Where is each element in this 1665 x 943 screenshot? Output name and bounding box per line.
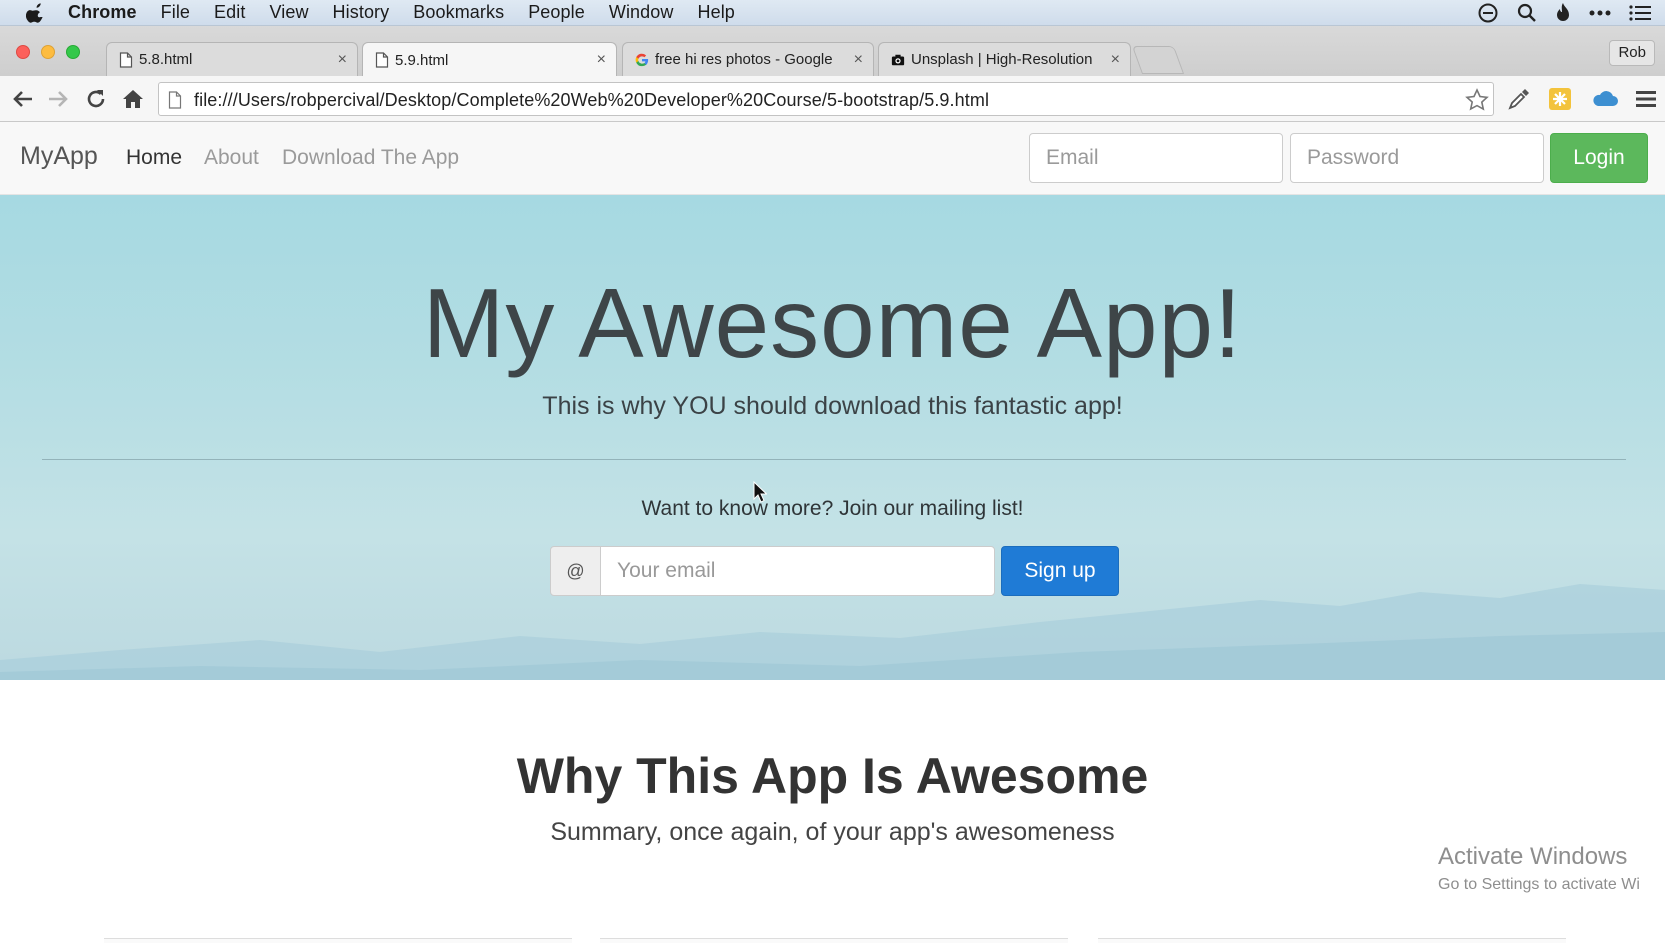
page-icon xyxy=(119,51,133,68)
feature-card xyxy=(104,938,572,943)
tab-title: 5.9.html xyxy=(395,51,449,69)
forward-arrow-icon[interactable] xyxy=(45,86,71,112)
activate-windows-watermark-subtitle: Go to Settings to activate Wi xyxy=(1438,876,1640,893)
browser-tab-unsplash[interactable]: Unsplash | High-Resolution × xyxy=(878,42,1131,76)
flame-icon[interactable] xyxy=(1555,2,1571,24)
tab-title: 5.8.html xyxy=(139,51,193,68)
home-icon[interactable] xyxy=(120,86,146,112)
reload-icon[interactable] xyxy=(83,86,109,112)
signup-button[interactable]: Sign up xyxy=(1001,546,1119,596)
activate-windows-watermark-title: Activate Windows xyxy=(1438,843,1628,870)
chrome-menu-icon[interactable] xyxy=(1633,86,1659,112)
menu-bookmarks[interactable]: Bookmarks xyxy=(413,2,504,23)
feature-card xyxy=(1098,938,1566,943)
section-subtitle: Summary, once again, of your app's aweso… xyxy=(550,818,1115,846)
page-icon xyxy=(375,52,389,68)
browser-toolbar: file:///Users/robpercival/Desktop/Comple… xyxy=(0,76,1665,122)
window-minimize-button[interactable] xyxy=(41,45,55,59)
menu-people[interactable]: People xyxy=(528,2,585,23)
window-zoom-button[interactable] xyxy=(66,45,80,59)
address-url[interactable]: file:///Users/robpercival/Desktop/Comple… xyxy=(194,90,989,111)
section-title: Why This App Is Awesome xyxy=(516,748,1149,804)
eyedropper-extension-icon[interactable] xyxy=(1506,86,1532,112)
hero-divider xyxy=(42,459,1626,460)
menu-edit[interactable]: Edit xyxy=(214,2,245,23)
site-navbar: MyApp Home About Download The App Email … xyxy=(0,122,1665,195)
mouse-cursor-icon xyxy=(753,481,767,503)
menu-file[interactable]: File xyxy=(161,2,190,23)
login-button[interactable]: Login xyxy=(1550,133,1648,183)
apple-menu-icon[interactable] xyxy=(26,2,46,23)
notification-list-icon[interactable] xyxy=(1629,4,1651,22)
puzzle-extension-icon[interactable] xyxy=(1547,86,1573,112)
google-icon xyxy=(635,53,649,66)
back-arrow-icon[interactable] xyxy=(10,86,36,112)
menu-history[interactable]: History xyxy=(333,2,390,23)
at-symbol-addon: @ xyxy=(550,546,601,596)
tab-close-icon[interactable]: × xyxy=(338,51,347,69)
nav-link-download[interactable]: Download The App xyxy=(282,146,459,170)
navbar-password-input[interactable]: Password xyxy=(1290,133,1544,183)
window-close-button[interactable] xyxy=(16,45,30,59)
tab-close-icon[interactable]: × xyxy=(854,51,863,69)
page-icon xyxy=(168,91,182,109)
address-bar[interactable]: file:///Users/robpercival/Desktop/Comple… xyxy=(158,82,1494,116)
menu-window[interactable]: Window xyxy=(609,2,674,23)
browser-tab-strip: 5.8.html × 5.9.html × free hi res photos… xyxy=(0,26,1665,77)
feature-card xyxy=(600,938,1068,943)
tab-close-icon[interactable]: × xyxy=(597,51,606,69)
new-tab-button[interactable] xyxy=(1131,46,1185,74)
bookmark-star-icon[interactable] xyxy=(1465,88,1489,112)
hero-title: My Awesome App! xyxy=(422,268,1243,378)
more-icon[interactable] xyxy=(1589,9,1611,17)
navbar-brand[interactable]: MyApp xyxy=(20,142,98,171)
hero-jumbotron: My Awesome App! This is why YOU should d… xyxy=(0,195,1665,680)
profile-button[interactable]: Rob xyxy=(1609,40,1655,66)
browser-tab-5-9[interactable]: 5.9.html × xyxy=(362,42,617,77)
tab-title: free hi res photos - Google xyxy=(655,51,833,68)
navbar-email-input[interactable]: Email xyxy=(1029,133,1283,183)
browser-tab-google-search[interactable]: free hi res photos - Google × xyxy=(622,42,874,76)
nav-link-about[interactable]: About xyxy=(204,146,259,170)
browser-tab-5-8[interactable]: 5.8.html × xyxy=(106,42,358,76)
hero-subtitle: This is why YOU should download this fan… xyxy=(542,392,1123,420)
camera-icon xyxy=(891,54,905,65)
spotlight-search-icon[interactable] xyxy=(1517,3,1537,23)
mailing-list-prompt: Want to know more? Join our mailing list… xyxy=(641,497,1024,520)
menu-view[interactable]: View xyxy=(269,2,308,23)
nav-link-home[interactable]: Home xyxy=(126,146,182,170)
tab-title: Unsplash | High-Resolution xyxy=(911,51,1093,68)
menu-app-chrome[interactable]: Chrome xyxy=(68,2,137,23)
mac-menu-bar: Chrome File Edit View History Bookmarks … xyxy=(0,0,1665,26)
sync-icon[interactable] xyxy=(1477,2,1499,24)
cloud-extension-icon[interactable] xyxy=(1590,86,1620,112)
menu-help[interactable]: Help xyxy=(697,2,734,23)
tab-close-icon[interactable]: × xyxy=(1111,51,1120,69)
mailing-email-input[interactable]: Your email xyxy=(600,546,995,596)
